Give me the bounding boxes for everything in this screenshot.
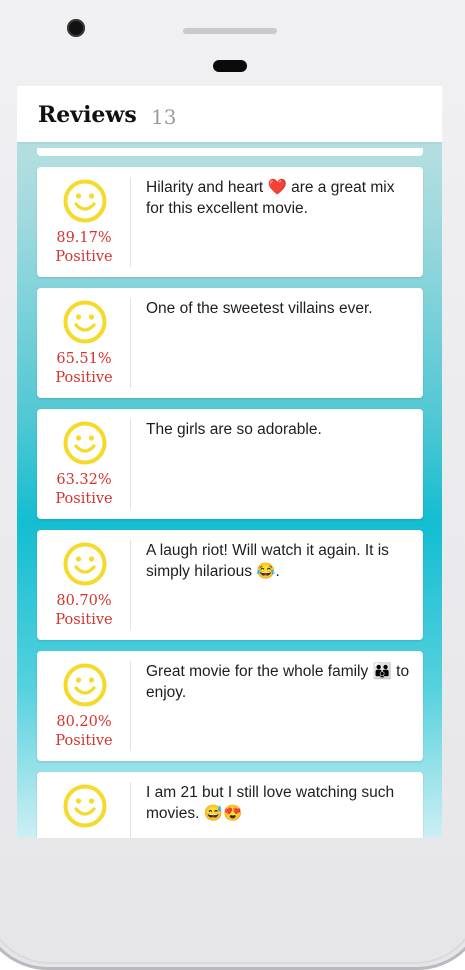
review-card[interactable]: I am 21 but I still love watching such m…: [37, 772, 423, 838]
proximity-sensor: [213, 60, 247, 72]
sentiment-score: 80.20% Positive: [37, 713, 131, 751]
sentiment-panel: 65.51% Positive: [37, 288, 131, 398]
card-divider: [130, 419, 131, 509]
front-camera: [67, 19, 85, 37]
sentiment-label: Positive: [55, 491, 113, 507]
review-text: A laugh riot! Will watch it again. It is…: [146, 542, 389, 580]
sentiment-label: Positive: [55, 612, 113, 628]
review-text: Great movie for the whole family 👪 to en…: [146, 663, 410, 701]
card-divider: [130, 661, 131, 751]
sentiment-percent: 80.20%: [56, 714, 112, 730]
sentiment-panel: 63.32% Positive: [37, 409, 131, 519]
review-card[interactable]: 89.17% Positive Hilarity and heart ❤️ ar…: [37, 167, 423, 277]
sentiment-panel: 80.70% Positive: [37, 530, 131, 640]
sentiment-score: 65.51% Positive: [37, 350, 131, 388]
review-card[interactable]: 80.20% Positive Great movie for the whol…: [37, 651, 423, 761]
card-divider: [130, 298, 131, 388]
sentiment-label: Positive: [55, 733, 113, 749]
smiley-icon: [63, 663, 107, 707]
sentiment-percent: 80.70%: [56, 593, 112, 609]
review-count: 13: [151, 105, 177, 129]
sentiment-score: 63.32% Positive: [37, 471, 131, 509]
smiley-icon: [63, 542, 107, 586]
review-list[interactable]: 89.17% Positive Hilarity and heart ❤️ ar…: [37, 167, 423, 838]
review-text: Hilarity and heart ❤️ are a great mix fo…: [146, 179, 395, 217]
app-bar: Reviews 13: [17, 86, 442, 142]
page-title: Reviews: [38, 102, 137, 128]
sentiment-panel: 80.20% Positive: [37, 651, 131, 761]
smiley-icon: [63, 784, 107, 828]
sentiment-panel: 89.17% Positive: [37, 167, 131, 277]
sentiment-label: Positive: [55, 249, 113, 265]
smiley-icon: [63, 421, 107, 465]
sentiment-percent: 63.32%: [56, 472, 112, 488]
review-text: The girls are so adorable.: [146, 421, 322, 438]
sentiment-score: 89.17% Positive: [37, 229, 131, 267]
review-card[interactable]: 80.70% Positive A laugh riot! Will watch…: [37, 530, 423, 640]
earpiece-speaker: [183, 28, 277, 34]
card-divider: [130, 782, 131, 838]
sentiment-score: 80.70% Positive: [37, 592, 131, 630]
review-text: One of the sweetest villains ever.: [146, 300, 373, 317]
sentiment-label: Positive: [55, 370, 113, 386]
review-text: I am 21 but I still love watching such m…: [146, 784, 395, 822]
sentiment-panel: [37, 772, 131, 838]
sentiment-percent: 65.51%: [56, 351, 112, 367]
smiley-icon: [63, 300, 107, 344]
sentiment-percent: 89.17%: [56, 230, 112, 246]
app-screen: Reviews 13 89.17% Positive Hilarity and …: [17, 86, 442, 838]
card-divider: [130, 177, 131, 267]
smiley-icon: [63, 179, 107, 223]
previous-review-card[interactable]: [37, 148, 423, 156]
review-card[interactable]: 65.51% Positive One of the sweetest vill…: [37, 288, 423, 398]
card-divider: [130, 540, 131, 630]
review-card[interactable]: 63.32% Positive The girls are so adorabl…: [37, 409, 423, 519]
